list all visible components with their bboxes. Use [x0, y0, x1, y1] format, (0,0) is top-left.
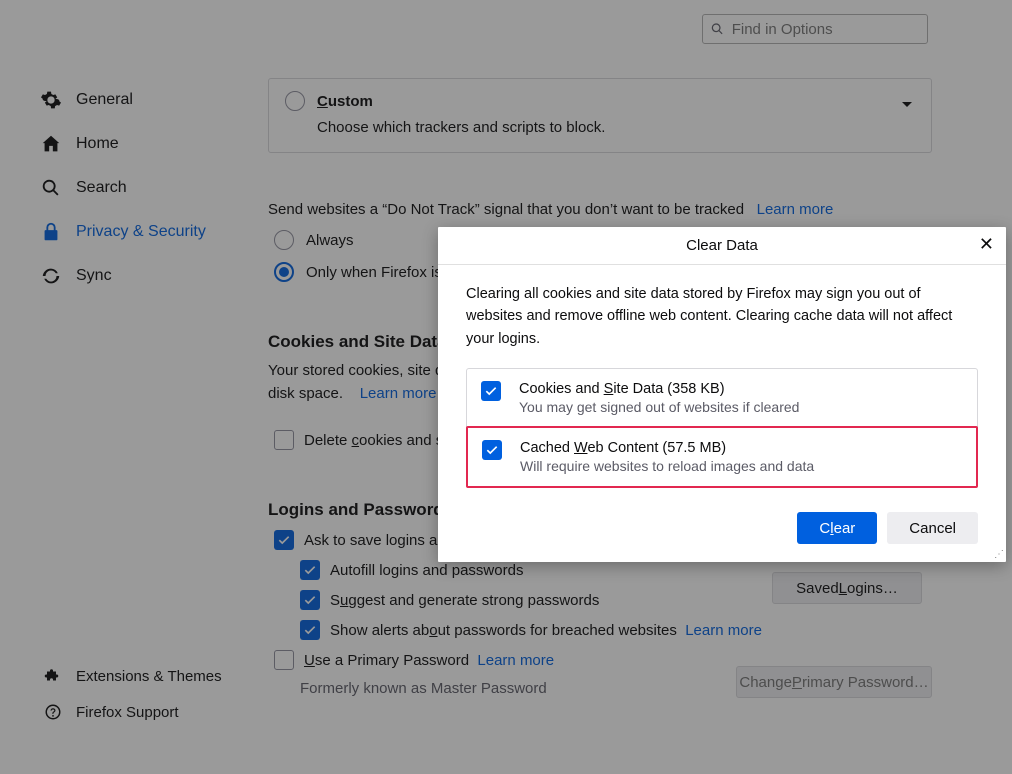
cookies-option-label: Cookies and Site Data (358 KB) [519, 381, 799, 397]
clear-button[interactable]: Clear [797, 512, 877, 544]
clear-data-dialog: Clear Data ✕ Clearing all cookies and si… [438, 227, 1006, 562]
checkbox-cookies[interactable] [481, 381, 501, 401]
checkbox-cache[interactable] [482, 440, 502, 460]
option-cache[interactable]: Cached Web Content (57.5 MB) Cached eb C… [466, 426, 978, 488]
cookies-option-sub: You may get signed out of websites if cl… [519, 399, 799, 415]
option-cookies[interactable]: Cookies and Site Data (358 KB) Cookies a… [467, 369, 977, 427]
cache-option-sub: Will require websites to reload images a… [520, 458, 814, 474]
cancel-button[interactable]: Cancel [887, 512, 978, 544]
close-icon[interactable]: ✕ [979, 235, 994, 253]
dialog-title: Clear Data [438, 237, 1006, 254]
dialog-options: Cookies and Site Data (358 KB) Cookies a… [466, 368, 978, 488]
cache-option-label: Cached Web Content (57.5 MB) [520, 440, 814, 456]
resize-grip[interactable]: ⋰ [994, 549, 1004, 560]
dialog-description: Clearing all cookies and site data store… [466, 283, 978, 350]
